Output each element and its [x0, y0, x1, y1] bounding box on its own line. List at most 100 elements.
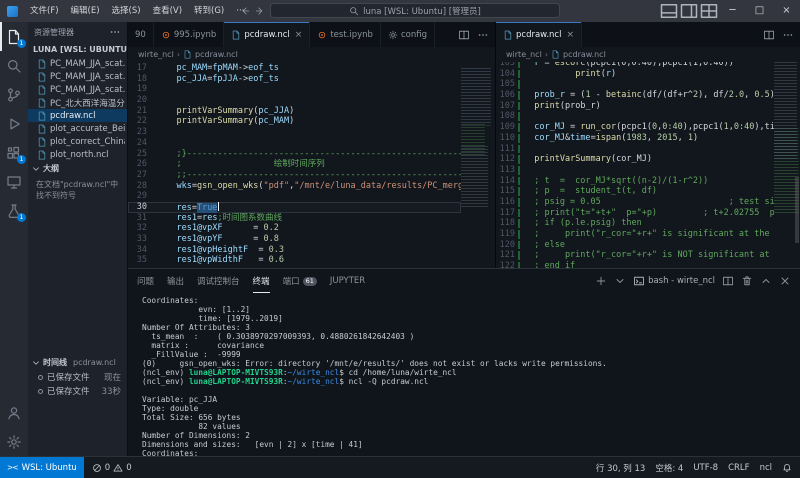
- status-item-0[interactable]: 行 30, 列 13: [596, 462, 645, 474]
- terminal-dropdown-icon[interactable]: [614, 275, 626, 287]
- menu-item-3[interactable]: 查看(V): [147, 0, 188, 22]
- code-line[interactable]: 32 res1@vpXF = 0.2: [128, 223, 461, 234]
- terminal-content[interactable]: Coordinates: evn: [1..2] time: [1979..20…: [128, 293, 800, 456]
- code-line[interactable]: 110 cor_MJ&time=ispan(1983, 2015, 1): [496, 133, 774, 144]
- code-line[interactable]: 109 cor_MJ = run_cor(pcpc1(0,0:40),pcpc1…: [496, 122, 774, 133]
- code-line[interactable]: 122 ; end if: [496, 261, 774, 268]
- account-icon[interactable]: [0, 398, 28, 427]
- code-line[interactable]: 108: [496, 111, 774, 122]
- code-line[interactable]: 20: [128, 95, 461, 106]
- code-line[interactable]: 116 ; psig = 0.05 ; test significance le: [496, 197, 774, 208]
- code-line[interactable]: 22 printVarSummary(pc_MAM): [128, 116, 461, 127]
- customize-layout-icon[interactable]: [699, 0, 719, 22]
- close-button[interactable]: ×: [773, 0, 800, 22]
- code-line[interactable]: 117 ; print("t="+t+" p="+p) ; t+2.02755 …: [496, 208, 774, 219]
- test-flask-icon[interactable]: 1: [0, 196, 28, 225]
- code-line[interactable]: 29: [128, 191, 461, 202]
- minimize-button[interactable]: ─: [719, 0, 746, 22]
- code-line[interactable]: 104 print(r): [496, 69, 774, 80]
- more-actions-icon[interactable]: [477, 29, 489, 41]
- code-line[interactable]: 21 printVarSummary(pc_JJA): [128, 106, 461, 117]
- file-item[interactable]: plot_accurate_Beijing..: [28, 122, 127, 135]
- maximize-panel-icon[interactable]: [760, 275, 772, 287]
- tab-pcdraw.ncl[interactable]: pcdraw.ncl×: [496, 22, 582, 47]
- more-actions-icon[interactable]: [782, 29, 794, 41]
- command-center-search[interactable]: luna [WSL: Ubuntu] [管理员]: [270, 3, 560, 18]
- timeline-item[interactable]: 已保存文件现在: [28, 370, 127, 384]
- remote-explorer-icon[interactable]: [0, 167, 28, 196]
- code-line[interactable]: 26 ; 绘制时间序列: [128, 159, 461, 170]
- tab-995.ipynb[interactable]: 995.ipynb: [154, 22, 225, 47]
- panel-tab-调试控制台[interactable]: 调试控制台: [197, 269, 240, 293]
- status-item-1[interactable]: 空格: 4: [655, 462, 683, 474]
- maximize-button[interactable]: □: [746, 0, 773, 22]
- code-line[interactable]: 27 ;;-----------------------------------…: [128, 170, 461, 181]
- status-item-2[interactable]: UTF-8: [693, 463, 718, 473]
- settings-icon[interactable]: [0, 427, 28, 456]
- menu-item-2[interactable]: 选择(S): [106, 0, 147, 22]
- code-line[interactable]: 111: [496, 144, 774, 155]
- code-line[interactable]: 115 ; p = student_t(t, df): [496, 186, 774, 197]
- breadcrumb-item[interactable]: pcdraw.ncl: [195, 50, 238, 59]
- code-editor[interactable]: 17 pc_MAM=fpMAM->eof_ts18 pc_JJA=fpJJA->…: [128, 62, 495, 268]
- tab-test.ipynb[interactable]: test.ipynb: [310, 22, 381, 47]
- toggle-panel-icon[interactable]: [659, 0, 679, 22]
- code-line[interactable]: 34 res1@vpHeightF = 0.3: [128, 245, 461, 256]
- kill-terminal-icon[interactable]: [741, 275, 753, 287]
- panel-tab-问题[interactable]: 问题: [137, 269, 154, 293]
- file-item[interactable]: PC_MAM_JJA_scat..: [28, 57, 127, 70]
- tab-90[interactable]: 90: [128, 22, 154, 47]
- code-line[interactable]: 17 pc_MAM=fpMAM->eof_ts: [128, 63, 461, 74]
- panel-tab-终端[interactable]: 终端: [253, 269, 270, 293]
- code-line[interactable]: 24: [128, 138, 461, 149]
- code-line[interactable]: 114 ; t = cor_MJ*sqrt((n-2)/(1-r^2)): [496, 176, 774, 187]
- code-line[interactable]: 105: [496, 79, 774, 90]
- outline-section-header[interactable]: 大纲: [28, 161, 127, 176]
- menu-item-0[interactable]: 文件(F): [24, 0, 65, 22]
- code-line[interactable]: 113: [496, 165, 774, 176]
- file-item[interactable]: PC_北大西洋海温分..: [28, 96, 127, 109]
- code-line[interactable]: 35 res1@vpWidthF = 0.6: [128, 255, 461, 266]
- menu-item-4[interactable]: 转到(G): [188, 0, 230, 22]
- back-icon[interactable]: [240, 6, 250, 16]
- tab-pcdraw.ncl[interactable]: pcdraw.ncl×: [224, 22, 310, 47]
- code-line[interactable]: 31 res1=res;时间图系数曲线: [128, 213, 461, 224]
- file-item[interactable]: pcdraw.ncl: [28, 109, 127, 122]
- file-item[interactable]: plot_north.ncl: [28, 148, 127, 161]
- code-editor[interactable]: 103 r = escorc(pcpc1(0,0:40),pcpc1(1,0:4…: [496, 62, 800, 268]
- scrollbar[interactable]: [794, 62, 800, 268]
- code-line[interactable]: 120 ; else: [496, 240, 774, 251]
- remote-indicator[interactable]: >< WSL: Ubuntu: [0, 457, 84, 478]
- explorer-icon[interactable]: 1: [0, 22, 28, 51]
- split-editor-icon[interactable]: [763, 29, 775, 41]
- file-item[interactable]: PC_MAM_JJA_scat..: [28, 83, 127, 96]
- split-terminal-icon[interactable]: [722, 275, 734, 287]
- code-line[interactable]: 33 res1@vpYF = 0.8: [128, 234, 461, 245]
- close-icon[interactable]: ×: [295, 30, 303, 40]
- code-line[interactable]: 23: [128, 127, 461, 138]
- close-panel-icon[interactable]: [779, 275, 791, 287]
- problems-indicator[interactable]: 0 0: [92, 463, 132, 473]
- code-line[interactable]: 107 print(prob_r): [496, 101, 774, 112]
- minimap[interactable]: [461, 62, 495, 268]
- code-line[interactable]: 119 ; print("r_cor="+r+" is significant …: [496, 229, 774, 240]
- code-line[interactable]: 103 r = escorc(pcpc1(0,0:40),pcpc1(1,0:4…: [496, 62, 774, 69]
- notifications-bell-icon[interactable]: [782, 463, 792, 473]
- source-control-icon[interactable]: [0, 80, 28, 109]
- code-line[interactable]: 19: [128, 84, 461, 95]
- panel-tab-JUPYTER[interactable]: JUPYTER: [330, 269, 365, 293]
- code-line[interactable]: 30 res=True: [128, 202, 461, 213]
- code-line[interactable]: 112 printVarSummary(cor_MJ): [496, 154, 774, 165]
- explorer-more-actions-icon[interactable]: [109, 26, 121, 38]
- run-debug-icon[interactable]: [0, 109, 28, 138]
- file-item[interactable]: plot_correct_Chinama..: [28, 135, 127, 148]
- panel-tab-输出[interactable]: 输出: [167, 269, 184, 293]
- forward-icon[interactable]: [255, 6, 265, 16]
- terminal-list-item[interactable]: bash - wirte_ncl: [633, 275, 715, 287]
- code-line[interactable]: 118 ; if (p.le.psig) then: [496, 218, 774, 229]
- code-line[interactable]: 28 wks=gsn_open_wks("pdf","/mnt/e/luna_d…: [128, 181, 461, 192]
- code-line[interactable]: 18 pc_JJA=fpJJA->eof_ts: [128, 74, 461, 85]
- timeline-section-header[interactable]: 时间线 pcdraw.ncl: [28, 355, 127, 370]
- code-line[interactable]: 25 ;}-----------------------------------…: [128, 149, 461, 160]
- breadcrumb-item[interactable]: wirte_ncl: [506, 50, 542, 59]
